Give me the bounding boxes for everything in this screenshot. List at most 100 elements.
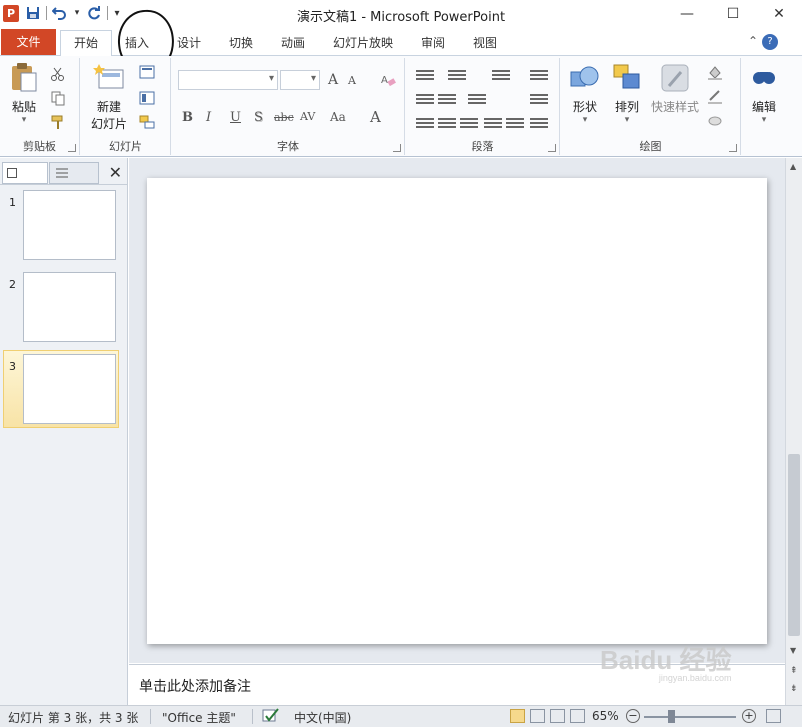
font-launcher-icon[interactable] (393, 144, 401, 152)
zoom-in-button[interactable]: + (742, 709, 756, 723)
align-right-icon[interactable] (460, 116, 478, 130)
format-painter-icon[interactable] (50, 114, 66, 130)
font-color-button[interactable]: A (370, 108, 381, 126)
slide-thumbnail-row-selected[interactable]: 3 (0, 350, 120, 430)
collapse-ribbon-icon[interactable]: ⌃ (748, 34, 758, 48)
scroll-thumb[interactable] (788, 454, 800, 636)
justify-icon[interactable] (484, 116, 502, 130)
qat-separator (107, 6, 108, 20)
underline-button[interactable]: U (230, 110, 241, 125)
slide-canvas[interactable] (147, 178, 767, 644)
shape-effects-icon[interactable] (707, 112, 723, 128)
watermark-text: Baidu 经验 (600, 645, 732, 675)
grow-font-icon[interactable]: A (328, 72, 338, 88)
shape-outline-icon[interactable] (707, 88, 723, 104)
slide-thumbnail[interactable] (23, 354, 116, 424)
arrange-button[interactable]: 排列 ▾ (609, 62, 645, 125)
spell-check-icon[interactable] (262, 707, 280, 727)
close-pane-button[interactable]: ✕ (109, 163, 122, 182)
slide-sorter-icon[interactable] (530, 709, 545, 723)
italic-button[interactable]: I (206, 110, 211, 125)
slide-thumbnail[interactable] (23, 190, 116, 260)
text-direction-icon[interactable] (530, 68, 548, 82)
char-spacing-button[interactable]: AV (300, 110, 315, 123)
undo-icon[interactable] (51, 4, 69, 22)
align-text-icon[interactable] (530, 92, 548, 106)
save-icon[interactable] (24, 4, 42, 22)
cut-icon[interactable] (50, 66, 66, 82)
decrease-indent-icon[interactable] (416, 92, 434, 106)
strikethrough-button[interactable]: abc (274, 111, 294, 124)
tab-transitions[interactable]: 切换 (222, 31, 260, 56)
arrange-dropdown-icon[interactable]: ▾ (609, 115, 645, 125)
slides-view-tab[interactable] (2, 162, 48, 184)
clear-format-icon[interactable]: A (380, 72, 396, 88)
scroll-down-icon[interactable]: ▼ (790, 646, 796, 655)
reset-icon[interactable] (139, 90, 155, 106)
normal-view-icon[interactable] (510, 709, 525, 723)
copy-icon[interactable] (50, 90, 66, 106)
powerpoint-app-icon[interactable]: P (3, 5, 19, 22)
align-center-icon[interactable] (438, 116, 456, 130)
slide-thumbnail-row[interactable]: 2 (0, 272, 120, 348)
slideshow-view-icon[interactable] (570, 709, 585, 723)
slides-pane: ✕ 1 2 3 (0, 158, 128, 705)
bullets-icon[interactable] (416, 68, 434, 82)
vertical-scrollbar[interactable]: ▲ ▼ ⇞ ⇟ (785, 158, 802, 705)
shape-fill-icon[interactable] (707, 64, 723, 80)
distributed-icon[interactable] (506, 116, 524, 130)
smartart-icon[interactable] (530, 116, 548, 130)
align-left-icon[interactable] (416, 116, 434, 130)
paste-button[interactable]: 粘贴 ▾ (6, 62, 42, 125)
close-button[interactable]: ✕ (756, 0, 802, 28)
tab-home[interactable]: 开始 (60, 30, 112, 56)
shapes-dropdown-icon[interactable]: ▾ (567, 115, 603, 125)
editing-dropdown-icon[interactable]: ▾ (746, 115, 782, 125)
outline-view-tab[interactable] (49, 162, 99, 184)
tab-review[interactable]: 审阅 (414, 31, 452, 56)
shrink-font-icon[interactable]: A (348, 74, 356, 87)
maximize-button[interactable]: ☐ (710, 0, 756, 28)
increase-indent-icon[interactable] (438, 92, 456, 106)
zoom-out-button[interactable]: − (626, 709, 640, 723)
shapes-button[interactable]: 形状 ▾ (567, 62, 603, 125)
change-case-button[interactable]: Aa (330, 110, 346, 124)
new-slide-button[interactable]: 新建 幻灯片 (87, 62, 131, 132)
tab-design[interactable]: 设计 (170, 31, 208, 56)
drawing-launcher-icon[interactable] (729, 144, 737, 152)
minimize-button[interactable]: — (664, 0, 710, 28)
next-slide-icon[interactable]: ⇟ (790, 684, 798, 694)
help-icon[interactable]: ? (762, 34, 778, 50)
layout-icon[interactable] (139, 64, 155, 80)
bold-button[interactable]: B (182, 110, 193, 125)
slide-thumbnail[interactable] (23, 272, 116, 342)
font-size-dropdown[interactable] (280, 70, 320, 90)
columns-icon[interactable] (468, 92, 486, 106)
shadow-button[interactable]: S (254, 110, 263, 125)
numbering-icon[interactable] (448, 68, 466, 82)
tab-animations[interactable]: 动画 (274, 31, 312, 56)
redo-icon[interactable] (85, 4, 103, 22)
clipboard-launcher-icon[interactable] (68, 144, 76, 152)
paragraph-launcher-icon[interactable] (548, 144, 556, 152)
line-spacing-icon[interactable] (492, 68, 510, 82)
scroll-up-icon[interactable]: ▲ (790, 162, 796, 171)
reading-view-icon[interactable] (550, 709, 565, 723)
undo-dropdown-icon[interactable]: ▾ (73, 4, 81, 22)
tab-file[interactable]: 文件 (1, 29, 56, 55)
previous-slide-icon[interactable]: ⇞ (790, 666, 798, 676)
zoom-slider-track[interactable] (644, 716, 736, 718)
font-family-dropdown[interactable] (178, 70, 278, 90)
editing-button[interactable]: 编辑 ▾ (746, 62, 782, 125)
paste-dropdown-icon[interactable]: ▾ (6, 115, 42, 125)
quick-styles-button[interactable]: 快速样式 (649, 62, 701, 115)
customize-icon[interactable]: ▾ (112, 4, 122, 22)
tab-slideshow[interactable]: 幻灯片放映 (326, 31, 400, 56)
zoom-slider-thumb[interactable] (668, 710, 675, 723)
slide-thumbnail-row[interactable]: 1 (0, 190, 120, 266)
tab-view[interactable]: 视图 (466, 31, 504, 56)
fit-to-window-icon[interactable] (766, 709, 781, 723)
zoom-level[interactable]: 65% (592, 709, 619, 723)
language-indicator[interactable]: 中文(中国) (294, 709, 351, 726)
section-icon[interactable] (139, 114, 155, 130)
